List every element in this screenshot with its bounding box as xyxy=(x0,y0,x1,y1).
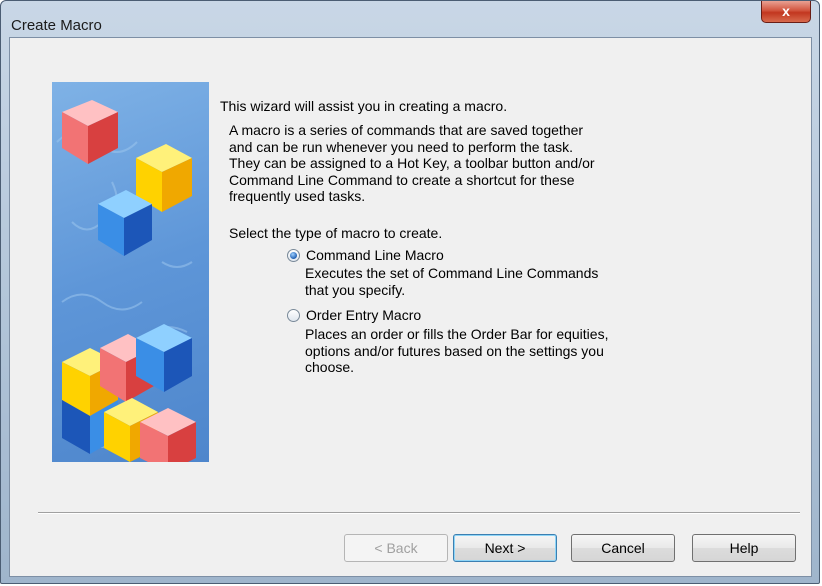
description-line: frequently used tasks. xyxy=(229,188,366,204)
order-entry-macro-radio[interactable] xyxy=(287,308,300,322)
cancel-button[interactable]: Cancel xyxy=(571,534,675,562)
help-button[interactable]: Help xyxy=(692,534,796,562)
close-button[interactable]: x xyxy=(761,1,811,23)
dialog-body: This wizard will assist you in creating … xyxy=(9,37,812,577)
order-entry-macro-description: Places an order or fills the Order Bar f… xyxy=(305,326,608,376)
description-line: Command Line Command to create a shortcu… xyxy=(229,171,575,188)
stacked-cubes-icon xyxy=(56,100,196,462)
description-line: and can be run whenever you need to perf… xyxy=(229,138,573,155)
separator xyxy=(38,512,800,514)
option-description-line: choose. xyxy=(305,359,355,375)
option-description-line: Executes the set of Command Line Command… xyxy=(305,265,599,281)
back-button[interactable]: < Back xyxy=(344,534,448,562)
close-icon: x xyxy=(782,3,790,19)
window-title: Create Macro xyxy=(11,17,102,34)
description-text: A macro is a series of commands that are… xyxy=(229,122,649,205)
order-entry-macro-label[interactable]: Order Entry Macro xyxy=(306,307,421,323)
description-line: They can be assigned to a Hot Key, a too… xyxy=(229,155,595,171)
next-button[interactable]: Next > xyxy=(453,534,557,562)
radio-option-command-line[interactable]: Command Line Macro xyxy=(287,247,444,263)
radio-option-order-entry[interactable]: Order Entry Macro xyxy=(287,307,421,323)
wizard-image xyxy=(52,82,209,462)
create-macro-dialog: Create Macro x This wizard will assist y… xyxy=(0,0,820,584)
title-bar[interactable]: Create Macro x xyxy=(1,1,819,37)
command-line-macro-description: Executes the set of Command Line Command… xyxy=(305,265,598,298)
intro-text: This wizard will assist you in creating … xyxy=(220,98,508,114)
command-line-macro-label[interactable]: Command Line Macro xyxy=(306,247,444,263)
command-line-macro-radio[interactable] xyxy=(287,248,300,262)
option-description-line: Places an order or fills the Order Bar f… xyxy=(305,326,609,342)
option-description-line: that you specify. xyxy=(305,281,406,298)
description-line: A macro is a series of commands that are… xyxy=(229,122,584,138)
option-description-line: options and/or futures based on the sett… xyxy=(305,342,604,359)
select-type-label: Select the type of macro to create. xyxy=(229,225,443,241)
